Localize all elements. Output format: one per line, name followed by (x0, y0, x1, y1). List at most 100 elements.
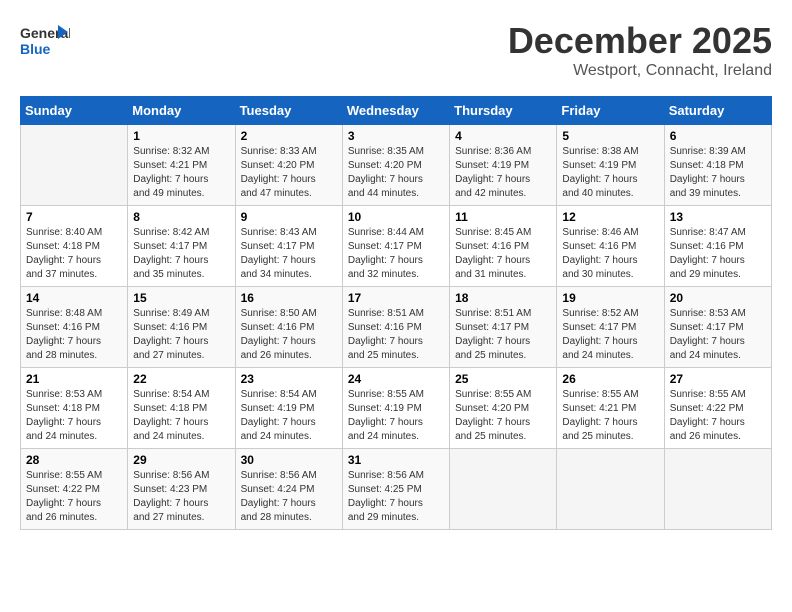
calendar-cell: 12Sunrise: 8:46 AM Sunset: 4:16 PM Dayli… (557, 206, 664, 287)
day-info: Sunrise: 8:45 AM Sunset: 4:16 PM Dayligh… (455, 226, 551, 282)
calendar-cell: 14Sunrise: 8:48 AM Sunset: 4:16 PM Dayli… (21, 287, 128, 368)
day-info: Sunrise: 8:55 AM Sunset: 4:20 PM Dayligh… (455, 388, 551, 444)
day-number: 3 (348, 129, 444, 143)
weekday-header: Saturday (664, 97, 771, 125)
calendar-cell: 17 Sunrise: 8:51 AM Sunset: 4:16 PM Dayli… (342, 287, 449, 368)
day-number: 2 (241, 129, 337, 143)
day-info: Sunrise: 8:43 AM Sunset: 4:17 PM Dayligh… (241, 226, 337, 282)
day-info: Sunrise: 8:42 AM Sunset: 4:17 PM Dayligh… (133, 226, 229, 282)
calendar-cell: 15Sunrise: 8:49 AM Sunset: 4:16 PM Dayli… (128, 287, 235, 368)
calendar-cell: 13Sunrise: 8:47 AM Sunset: 4:16 PM Dayli… (664, 206, 771, 287)
day-number: 23 (241, 372, 337, 386)
day-number: 24 (348, 372, 444, 386)
location-subtitle: Westport, Connacht, Ireland (508, 62, 772, 80)
calendar-cell: 21 Sunrise: 8:53 AM Sunset: 4:18 PM Dayli… (21, 368, 128, 449)
calendar-cell: 31 Sunrise: 8:56 AM Sunset: 4:25 PM Dayli… (342, 449, 449, 530)
day-info: Sunrise: 8:53 AM Sunset: 4:17 PM Dayligh… (670, 307, 766, 363)
day-number: 6 (670, 129, 766, 143)
calendar-cell: 5 Sunrise: 8:38 AM Sunset: 4:19 PM Daylig… (557, 125, 664, 206)
day-info: Sunrise: 8:33 AM Sunset: 4:20 PM Dayligh… (241, 145, 337, 201)
day-info: Sunrise: 8:46 AM Sunset: 4:16 PM Dayligh… (562, 226, 658, 282)
calendar-week-row: 21 Sunrise: 8:53 AM Sunset: 4:18 PM Dayli… (21, 368, 772, 449)
day-info: Sunrise: 8:55 AM Sunset: 4:22 PM Dayligh… (670, 388, 766, 444)
calendar-cell (21, 125, 128, 206)
calendar-cell: 20 Sunrise: 8:53 AM Sunset: 4:17 PM Dayli… (664, 287, 771, 368)
day-info: Sunrise: 8:56 AM Sunset: 4:23 PM Dayligh… (133, 469, 229, 525)
day-info: Sunrise: 8:50 AM Sunset: 4:16 PM Dayligh… (241, 307, 337, 363)
day-info: Sunrise: 8:54 AM Sunset: 4:19 PM Dayligh… (241, 388, 337, 444)
calendar-cell: 27Sunrise: 8:55 AM Sunset: 4:22 PM Dayli… (664, 368, 771, 449)
day-number: 29 (133, 453, 229, 467)
calendar-cell: 16 Sunrise: 8:50 AM Sunset: 4:16 PM Dayli… (235, 287, 342, 368)
day-number: 9 (241, 210, 337, 224)
day-info: Sunrise: 8:44 AM Sunset: 4:17 PM Dayligh… (348, 226, 444, 282)
weekday-header: Sunday (21, 97, 128, 125)
weekday-header: Wednesday (342, 97, 449, 125)
calendar-cell: 9 Sunrise: 8:43 AM Sunset: 4:17 PM Daylig… (235, 206, 342, 287)
day-info: Sunrise: 8:56 AM Sunset: 4:24 PM Dayligh… (241, 469, 337, 525)
day-number: 7 (26, 210, 122, 224)
calendar-cell: 28Sunrise: 8:55 AM Sunset: 4:22 PM Dayli… (21, 449, 128, 530)
day-info: Sunrise: 8:32 AM Sunset: 4:21 PM Dayligh… (133, 145, 229, 201)
day-info: Sunrise: 8:40 AM Sunset: 4:18 PM Dayligh… (26, 226, 122, 282)
calendar-week-row: 14Sunrise: 8:48 AM Sunset: 4:16 PM Dayli… (21, 287, 772, 368)
day-number: 31 (348, 453, 444, 467)
calendar-cell: 25 Sunrise: 8:55 AM Sunset: 4:20 PM Dayli… (450, 368, 557, 449)
day-number: 26 (562, 372, 658, 386)
day-info: Sunrise: 8:54 AM Sunset: 4:18 PM Dayligh… (133, 388, 229, 444)
svg-text:Blue: Blue (20, 41, 51, 57)
weekday-header: Thursday (450, 97, 557, 125)
calendar-cell: 22 Sunrise: 8:54 AM Sunset: 4:18 PM Dayli… (128, 368, 235, 449)
day-info: Sunrise: 8:53 AM Sunset: 4:18 PM Dayligh… (26, 388, 122, 444)
calendar-cell: 10Sunrise: 8:44 AM Sunset: 4:17 PM Dayli… (342, 206, 449, 287)
day-info: Sunrise: 8:51 AM Sunset: 4:17 PM Dayligh… (455, 307, 551, 363)
weekday-header: Monday (128, 97, 235, 125)
calendar-cell: 4Sunrise: 8:36 AM Sunset: 4:19 PM Daylig… (450, 125, 557, 206)
day-number: 17 (348, 291, 444, 305)
calendar-week-row: 7 Sunrise: 8:40 AM Sunset: 4:18 PM Daylig… (21, 206, 772, 287)
day-number: 18 (455, 291, 551, 305)
logo: General Blue (20, 20, 74, 60)
day-number: 11 (455, 210, 551, 224)
calendar-cell (664, 449, 771, 530)
month-title: December 2025 (508, 20, 772, 62)
day-number: 5 (562, 129, 658, 143)
calendar-cell: 7 Sunrise: 8:40 AM Sunset: 4:18 PM Daylig… (21, 206, 128, 287)
day-number: 8 (133, 210, 229, 224)
day-number: 21 (26, 372, 122, 386)
calendar-cell: 26Sunrise: 8:55 AM Sunset: 4:21 PM Dayli… (557, 368, 664, 449)
day-info: Sunrise: 8:48 AM Sunset: 4:16 PM Dayligh… (26, 307, 122, 363)
day-number: 20 (670, 291, 766, 305)
calendar-cell (557, 449, 664, 530)
day-info: Sunrise: 8:52 AM Sunset: 4:17 PM Dayligh… (562, 307, 658, 363)
calendar-week-row: 28Sunrise: 8:55 AM Sunset: 4:22 PM Dayli… (21, 449, 772, 530)
day-info: Sunrise: 8:56 AM Sunset: 4:25 PM Dayligh… (348, 469, 444, 525)
calendar-cell: 6 Sunrise: 8:39 AM Sunset: 4:18 PM Daylig… (664, 125, 771, 206)
calendar-cell: 1 Sunrise: 8:32 AM Sunset: 4:21 PM Daylig… (128, 125, 235, 206)
calendar-cell: 29 Sunrise: 8:56 AM Sunset: 4:23 PM Dayli… (128, 449, 235, 530)
day-info: Sunrise: 8:47 AM Sunset: 4:16 PM Dayligh… (670, 226, 766, 282)
day-info: Sunrise: 8:39 AM Sunset: 4:18 PM Dayligh… (670, 145, 766, 201)
calendar-week-row: 1 Sunrise: 8:32 AM Sunset: 4:21 PM Daylig… (21, 125, 772, 206)
day-info: Sunrise: 8:51 AM Sunset: 4:16 PM Dayligh… (348, 307, 444, 363)
day-info: Sunrise: 8:36 AM Sunset: 4:19 PM Dayligh… (455, 145, 551, 201)
day-number: 25 (455, 372, 551, 386)
day-info: Sunrise: 8:38 AM Sunset: 4:19 PM Dayligh… (562, 145, 658, 201)
day-number: 1 (133, 129, 229, 143)
calendar-cell: 30 Sunrise: 8:56 AM Sunset: 4:24 PM Dayli… (235, 449, 342, 530)
day-number: 30 (241, 453, 337, 467)
calendar-cell: 8 Sunrise: 8:42 AM Sunset: 4:17 PM Daylig… (128, 206, 235, 287)
calendar-cell: 3Sunrise: 8:35 AM Sunset: 4:20 PM Daylig… (342, 125, 449, 206)
title-block: December 2025 Westport, Connacht, Irelan… (508, 20, 772, 80)
calendar-cell (450, 449, 557, 530)
page-header: General Blue December 2025 Westport, Con… (20, 20, 772, 80)
day-number: 16 (241, 291, 337, 305)
day-number: 22 (133, 372, 229, 386)
calendar-cell: 11 Sunrise: 8:45 AM Sunset: 4:16 PM Dayli… (450, 206, 557, 287)
weekday-header: Tuesday (235, 97, 342, 125)
calendar-cell: 23 Sunrise: 8:54 AM Sunset: 4:19 PM Dayli… (235, 368, 342, 449)
calendar-cell: 2 Sunrise: 8:33 AM Sunset: 4:20 PM Daylig… (235, 125, 342, 206)
day-number: 19 (562, 291, 658, 305)
day-info: Sunrise: 8:55 AM Sunset: 4:19 PM Dayligh… (348, 388, 444, 444)
day-info: Sunrise: 8:55 AM Sunset: 4:22 PM Dayligh… (26, 469, 122, 525)
